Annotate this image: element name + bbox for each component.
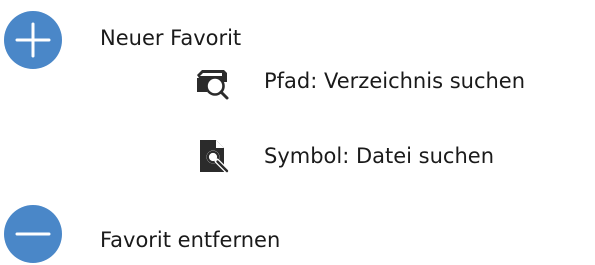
search-directory-button[interactable] [194, 61, 234, 101]
search-file-row[interactable]: Symbol: Datei suchen [194, 136, 494, 176]
search-file-label: Symbol: Datei suchen [264, 143, 495, 168]
minus-icon [15, 232, 51, 236]
search-directory-label: Pfad: Verzeichnis suchen [264, 68, 526, 93]
search-file-button[interactable] [194, 136, 234, 176]
plus-icon [15, 22, 51, 58]
file-search-icon [200, 140, 231, 175]
add-favorite-button[interactable] [4, 11, 62, 69]
remove-favorite-button[interactable] [4, 205, 62, 263]
remove-favorite-row[interactable]: Favorit entfernen [4, 205, 280, 263]
search-directory-row[interactable]: Pfad: Verzeichnis suchen [194, 61, 525, 101]
folder-search-icon [197, 70, 229, 100]
remove-favorite-label: Favorit entfernen [100, 227, 281, 252]
add-favorite-label: Neuer Favorit [100, 25, 242, 50]
